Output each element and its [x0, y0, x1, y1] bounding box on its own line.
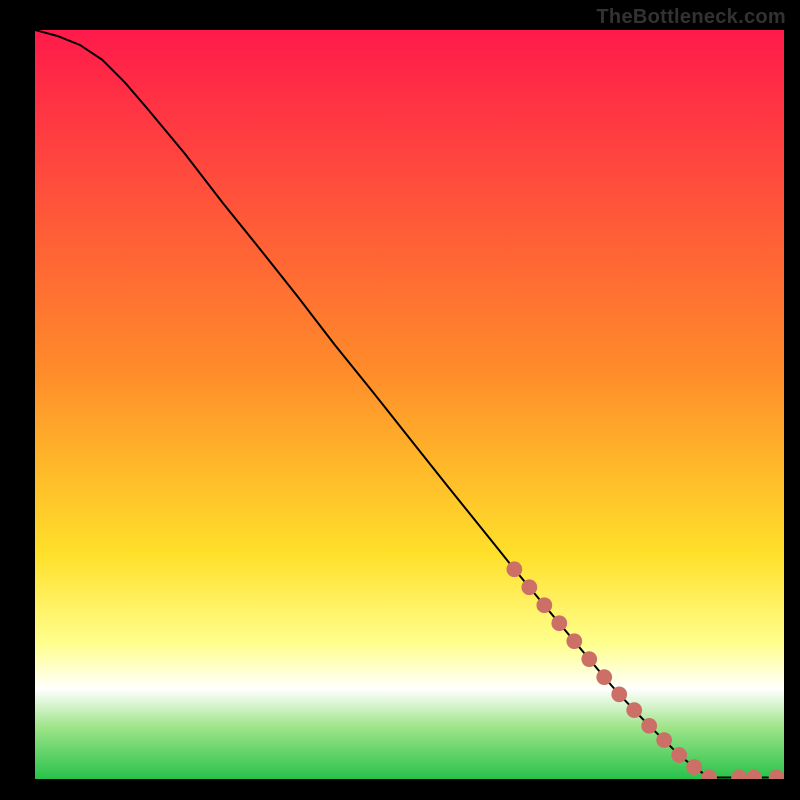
dot-highlight-dots: [626, 702, 642, 718]
dot-highlight-dots: [641, 718, 657, 734]
series-layer: [35, 30, 784, 779]
series-curve: [35, 30, 709, 778]
dot-highlight-dots: [731, 770, 747, 779]
dot-highlight-dots: [746, 770, 762, 779]
plot-frame: [35, 30, 784, 779]
dot-highlight-dots: [596, 669, 612, 685]
dot-highlight-dots: [611, 686, 627, 702]
page-root: TheBottleneck.com: [0, 0, 800, 800]
dot-highlight-dots: [581, 651, 597, 667]
dot-highlight-dots: [566, 633, 582, 649]
dot-highlight-dots: [506, 561, 522, 577]
dot-highlight-dots: [769, 770, 784, 779]
watermark-label: TheBottleneck.com: [596, 6, 786, 29]
dot-highlight-dots: [551, 615, 567, 631]
dot-highlight-dots: [701, 770, 717, 779]
plot-canvas: [35, 30, 784, 779]
dot-highlight-dots: [686, 759, 702, 775]
dot-highlight-dots: [656, 732, 672, 748]
dot-highlight-dots: [536, 597, 552, 613]
dot-highlight-dots: [521, 579, 537, 595]
dot-highlight-dots: [671, 747, 687, 763]
